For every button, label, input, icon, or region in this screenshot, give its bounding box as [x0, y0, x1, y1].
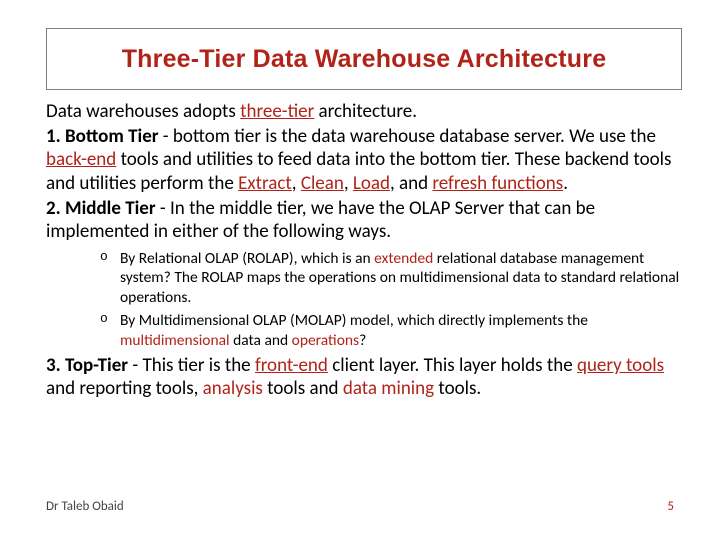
slide: Three-Tier Data Warehouse Architecture D…: [0, 0, 720, 540]
tier2-label: 2. Middle Tier: [46, 197, 156, 220]
tier1-para: 1. Bottom Tier - bottom tier is the data…: [46, 125, 682, 195]
title-box: Three-Tier Data Warehouse Architecture: [46, 28, 682, 90]
tier1-label: 1. Bottom Tier: [46, 125, 159, 148]
footer-author: Dr Taleb Obaid: [46, 499, 124, 514]
three-tier-link: three-tier: [240, 100, 314, 123]
slide-title: Three-Tier Data Warehouse Architecture: [122, 45, 607, 74]
page-number: 5: [667, 499, 674, 514]
intro-line: Data warehouses adopts three-tier archit…: [46, 100, 682, 123]
tier2-bullets: By Relational OLAP (ROLAP), which is an …: [46, 249, 682, 350]
body-text: Data warehouses adopts three-tier archit…: [46, 100, 682, 402]
bullet-rolap: By Relational OLAP (ROLAP), which is an …: [100, 249, 682, 307]
tier3-label: 3. Top-Tier: [46, 354, 128, 377]
tier2-para: 2. Middle Tier - In the middle tier, we …: [46, 197, 682, 243]
bullet-molap: By Multidimensional OLAP (MOLAP) model, …: [100, 311, 682, 350]
tier3-para: 3. Top-Tier - This tier is the front-end…: [46, 354, 682, 400]
